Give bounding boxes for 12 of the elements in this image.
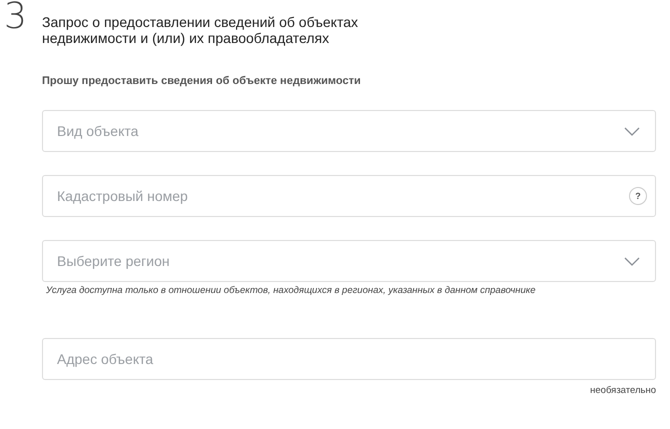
section-subtitle: Прошу предоставить сведения об объекте недвижимости — [42, 75, 362, 87]
chevron-down-icon[interactable] — [624, 256, 640, 266]
optional-label: необязательно — [589, 385, 656, 396]
dropdown-field[interactable]: Выберите регион — [42, 240, 656, 282]
chevron-down-icon[interactable] — [624, 126, 640, 136]
input-field[interactable]: Адрес объекта — [42, 338, 656, 380]
section-title: Запрос о предоставлении сведений об объектах недвижимости и (или) их правообладателях — [42, 14, 360, 46]
dropdown-field[interactable]: Вид объекта — [42, 110, 656, 152]
input-field[interactable]: Кадастровый номер ? — [42, 175, 656, 217]
hint-text: Услуга доступна только в отношении объектов, находящихся в регионах, указанных в данном справочнике — [46, 285, 537, 296]
help-button[interactable]: ? — [629, 187, 647, 205]
step-number: 3 — [4, 0, 27, 34]
